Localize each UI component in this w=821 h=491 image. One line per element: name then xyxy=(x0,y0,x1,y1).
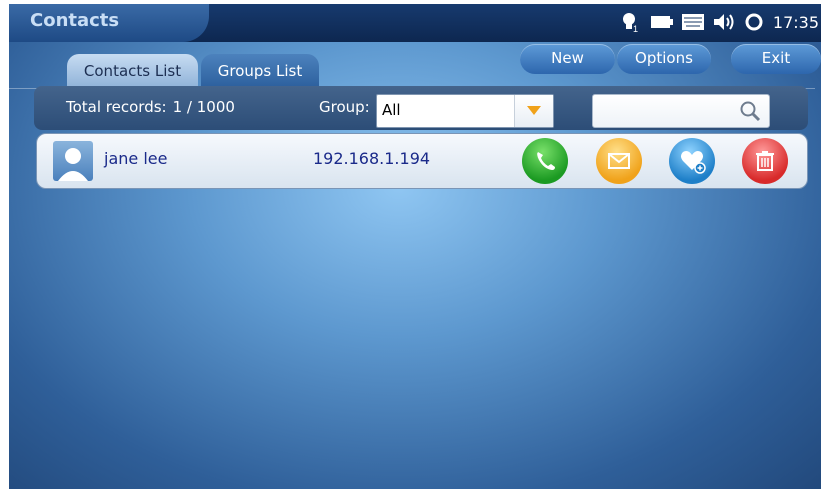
keyboard-icon xyxy=(681,14,704,30)
contact-address: 192.168.1.194 xyxy=(313,149,431,168)
clock: 17:35 xyxy=(772,12,819,32)
add-favorite-button[interactable] xyxy=(669,138,715,184)
new-button[interactable]: New xyxy=(520,44,615,74)
group-select-toggle[interactable] xyxy=(514,95,553,127)
message-button[interactable] xyxy=(596,138,642,184)
status-bar: 1 17:35 xyxy=(620,10,821,34)
call-button[interactable] xyxy=(522,138,568,184)
avatar xyxy=(53,141,93,181)
search-icon[interactable] xyxy=(739,100,761,122)
search-input[interactable] xyxy=(592,94,770,128)
sync-icon xyxy=(744,12,764,32)
group-label: Group: xyxy=(319,98,370,116)
group-select[interactable]: All xyxy=(376,94,554,128)
total-records-label: Total records: xyxy=(66,98,167,116)
lightbulb-icon: 1 xyxy=(620,11,642,33)
options-button[interactable]: Options xyxy=(617,44,711,74)
filter-bar: Total records: 1 / 1000 Group: All xyxy=(34,86,808,130)
delete-button[interactable] xyxy=(742,138,788,184)
tab-groups-list[interactable]: Groups List xyxy=(201,54,319,88)
chevron-down-icon xyxy=(527,106,541,115)
speaker-icon xyxy=(713,13,735,31)
heart-add-icon xyxy=(681,151,706,174)
envelope-icon xyxy=(608,153,630,169)
total-records-count: 1 / 1000 xyxy=(172,98,235,116)
tab-contacts-list[interactable]: Contacts List xyxy=(67,54,198,88)
app-title: Contacts xyxy=(30,10,120,31)
exit-button[interactable]: Exit xyxy=(731,44,821,74)
total-records: Total records: 1 / 1000 xyxy=(66,98,235,116)
top-bar: Contacts 1 17:35 xyxy=(9,4,821,42)
app-title-tab: Contacts xyxy=(9,4,209,42)
group-select-value: All xyxy=(382,101,401,119)
app-screen: Contacts 1 17:35 Contacts List Groups Li… xyxy=(9,4,821,489)
phone-icon xyxy=(537,152,555,170)
person-icon xyxy=(58,148,88,181)
contact-row[interactable]: jane lee 192.168.1.194 xyxy=(36,133,808,189)
battery-icon xyxy=(650,15,673,29)
bulb-badge: 1 xyxy=(633,24,638,33)
contact-name: jane lee xyxy=(104,149,168,168)
trash-icon xyxy=(756,151,774,171)
